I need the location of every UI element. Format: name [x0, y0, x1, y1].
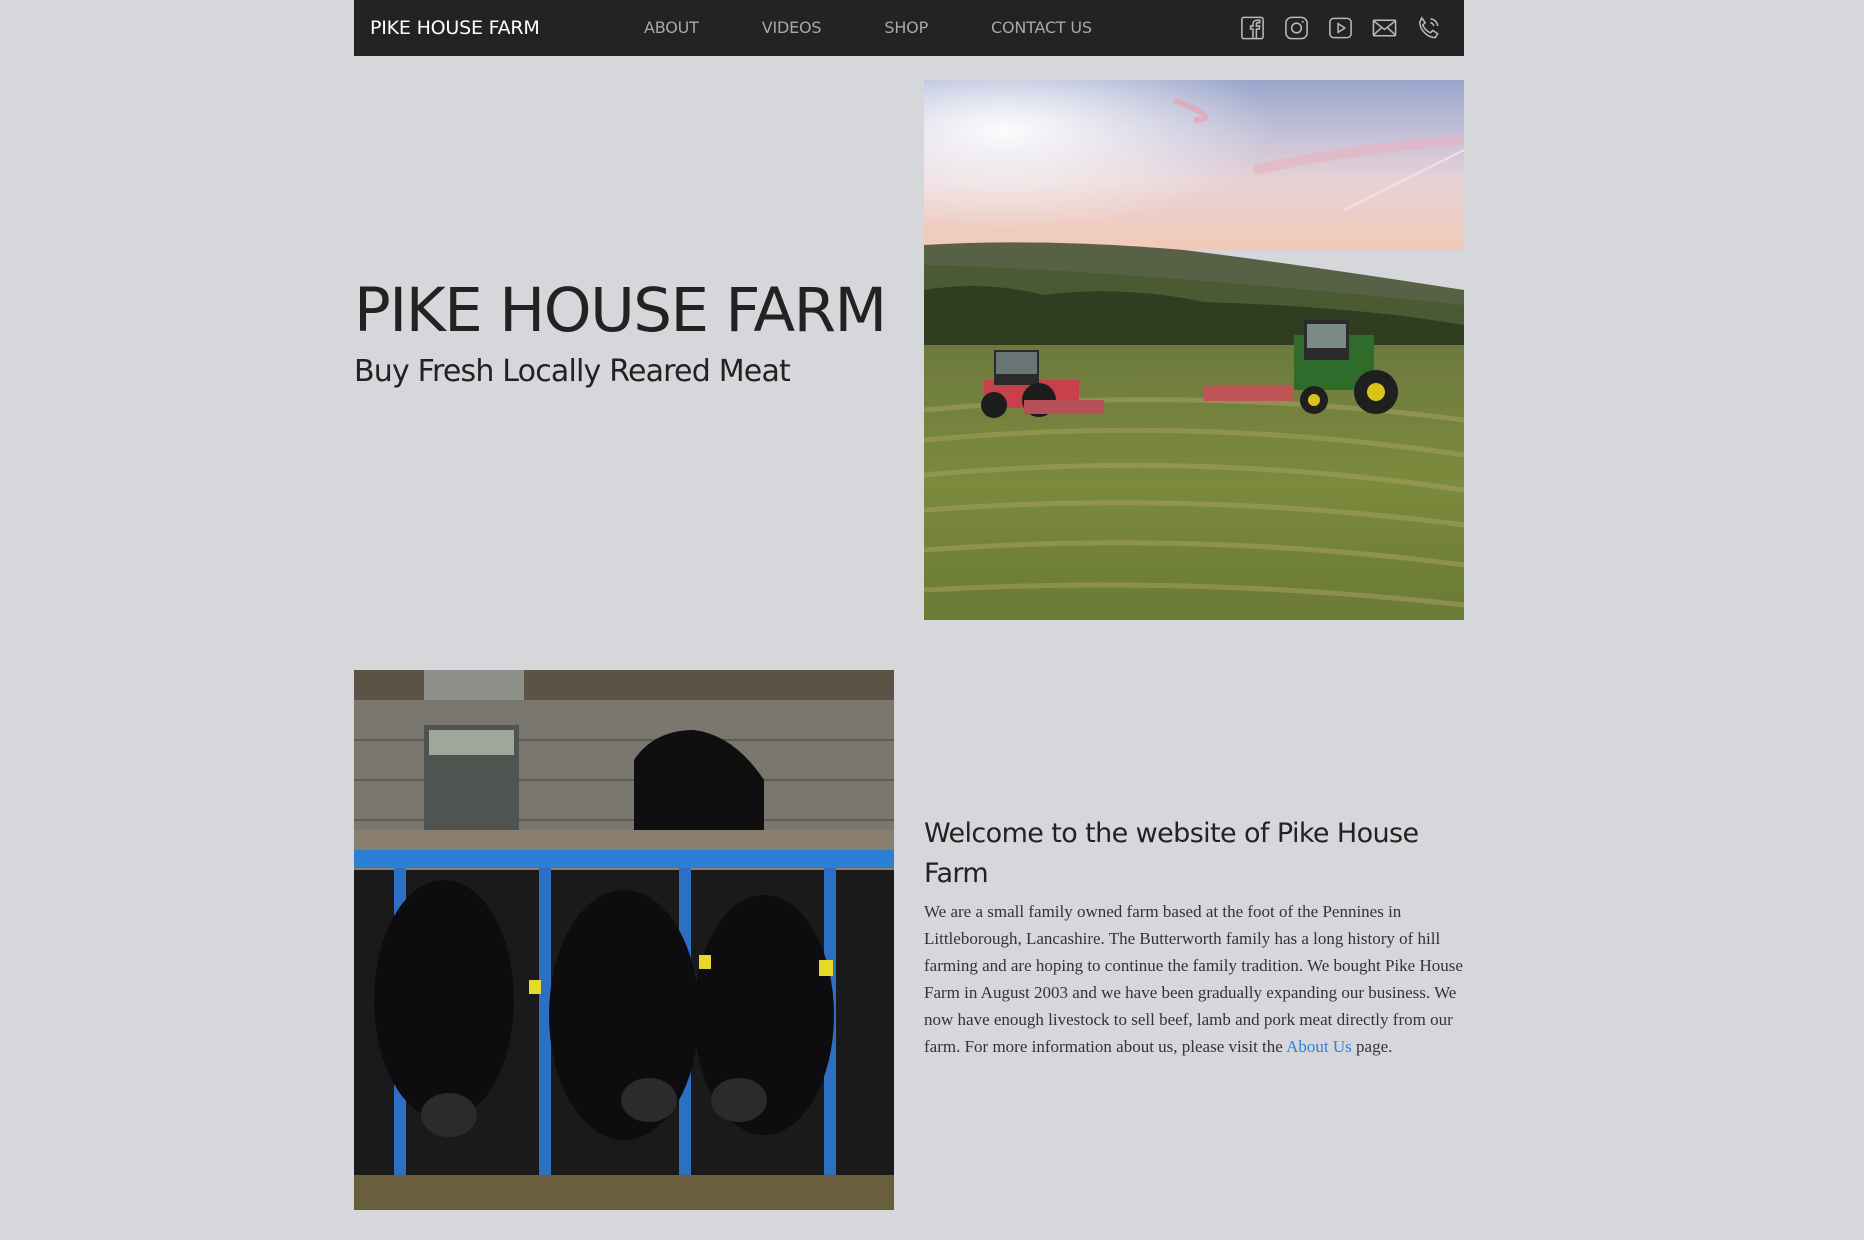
nav-links: ABOUT VIDEOS SHOP CONTACT US: [644, 0, 1155, 56]
facebook-icon[interactable]: [1239, 14, 1266, 42]
social-icons: [1239, 14, 1442, 42]
email-icon[interactable]: [1371, 14, 1398, 42]
welcome-section: Welcome to the website of Pike House Far…: [924, 814, 1464, 1060]
welcome-paragraph: We are a small family owned farm based a…: [924, 898, 1464, 1060]
tractors-field-photo: [924, 80, 1464, 620]
hero-title: PIKE HOUSE FARM: [354, 275, 887, 346]
navbar: PIKE HOUSE FARM ABOUT VIDEOS SHOP CONTAC…: [354, 0, 1464, 56]
about-us-link[interactable]: About Us: [1286, 1037, 1352, 1056]
youtube-icon[interactable]: [1327, 14, 1354, 42]
welcome-title: Welcome to the website of Pike House Far…: [924, 818, 1419, 889]
hero-text: PIKE HOUSE FARM Buy Fresh Locally Reared…: [354, 274, 914, 389]
nav-link-about[interactable]: ABOUT: [644, 0, 699, 56]
nav-link-videos[interactable]: VIDEOS: [762, 0, 822, 56]
welcome-body-text: We are a small family owned farm based a…: [924, 902, 1463, 1056]
welcome-body-end: page.: [1356, 1037, 1393, 1056]
nav-link-contact-us[interactable]: CONTACT US: [991, 0, 1092, 56]
brand-link[interactable]: PIKE HOUSE FARM: [370, 0, 540, 56]
nav-link-shop[interactable]: SHOP: [884, 0, 928, 56]
phone-icon[interactable]: [1415, 14, 1442, 42]
hero-subtitle: Buy Fresh Locally Reared Meat: [354, 354, 791, 389]
instagram-icon[interactable]: [1283, 14, 1310, 42]
cattle-photo: [354, 670, 894, 1210]
